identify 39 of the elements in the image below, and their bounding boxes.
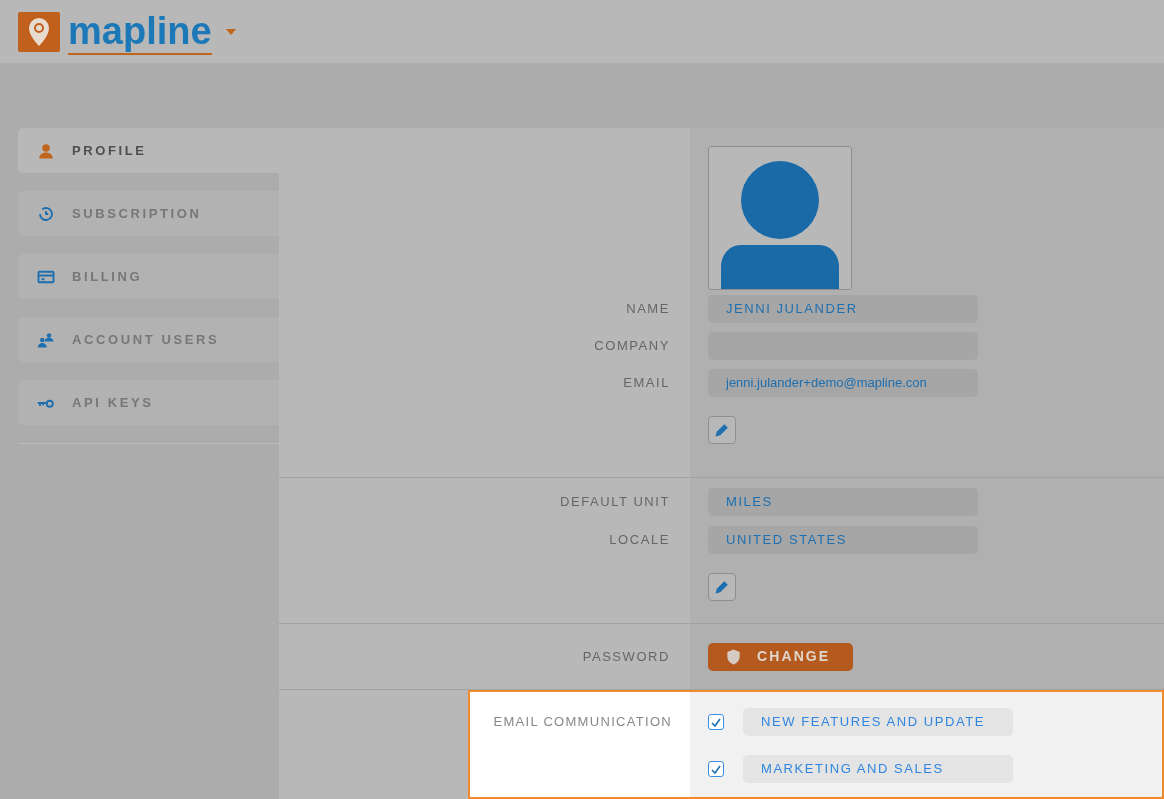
edit-button[interactable] bbox=[708, 573, 736, 601]
field-label: DEFAULT UNIT bbox=[560, 493, 670, 512]
pencil-icon bbox=[715, 580, 729, 594]
sidebar-tab[interactable]: API KEYS bbox=[18, 380, 279, 425]
shield-icon bbox=[726, 648, 741, 665]
text-field[interactable]: UNITED STATES bbox=[708, 526, 978, 554]
person-silhouette-icon bbox=[721, 161, 839, 289]
sidebar-tab[interactable]: SUBSCRIPTION bbox=[18, 191, 279, 236]
field-label: EMAIL COMMUNICATION bbox=[493, 713, 672, 731]
clock-icon bbox=[37, 204, 55, 223]
field-label: LOCALE bbox=[609, 531, 670, 550]
field-value: JENNI JULANDER bbox=[726, 299, 858, 318]
field-value: UNITED STATES bbox=[726, 531, 847, 550]
checkbox[interactable] bbox=[708, 761, 724, 777]
checkmark-icon bbox=[711, 764, 721, 774]
option-label: NEW FEATURES AND UPDATE bbox=[743, 708, 1013, 736]
checkmark-icon bbox=[711, 717, 721, 727]
text-field[interactable]: MILES bbox=[708, 488, 978, 516]
logo-wordmark: mapline bbox=[68, 8, 212, 55]
field-value: MILES bbox=[726, 493, 773, 512]
sidebar-tab[interactable]: PROFILE bbox=[18, 128, 279, 173]
field-label: COMPANY bbox=[594, 336, 670, 355]
edit-button[interactable] bbox=[708, 416, 736, 444]
map-pin-logo-icon bbox=[18, 11, 60, 52]
field-label: EMAIL bbox=[623, 373, 670, 392]
pencil-icon bbox=[715, 423, 729, 437]
field-value: jenni.julander+demo@mapline.con bbox=[726, 373, 927, 392]
users-icon bbox=[37, 330, 55, 349]
field-label: NAME bbox=[626, 299, 670, 318]
text-field[interactable]: jenni.julander+demo@mapline.con bbox=[708, 368, 978, 397]
text-field[interactable]: JENNI JULANDER bbox=[708, 294, 978, 323]
field-label: PASSWORD bbox=[582, 647, 670, 666]
sidebar-tab[interactable]: ACCOUNT USERS bbox=[18, 317, 279, 362]
sidebar-tab[interactable]: BILLING bbox=[18, 254, 279, 299]
option-label: MARKETING AND SALES bbox=[743, 755, 1013, 783]
caret-icon[interactable] bbox=[225, 28, 236, 35]
change-password-button[interactable]: CHANGE bbox=[708, 642, 853, 671]
person-icon bbox=[37, 141, 55, 160]
checkbox[interactable] bbox=[708, 714, 724, 730]
